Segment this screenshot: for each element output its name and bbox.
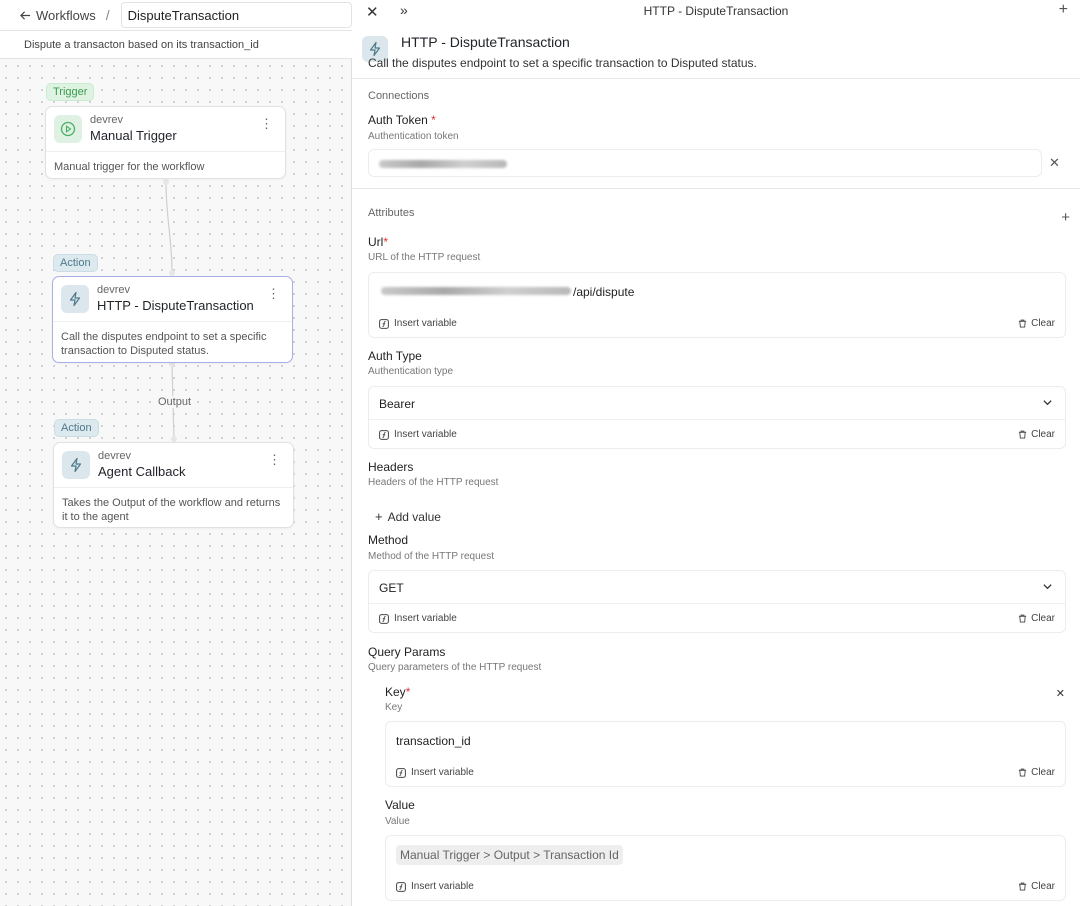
- lightning-icon: [61, 285, 89, 313]
- breadcrumb-separator: /: [105, 7, 110, 23]
- play-circle-icon: [54, 115, 82, 143]
- auth-token-sub: Authentication token: [368, 131, 459, 142]
- variable-icon: [396, 767, 406, 778]
- auth-type-sub: Authentication type: [368, 366, 454, 377]
- url-value-suffix: /api/dispute: [573, 285, 635, 299]
- variable-pill[interactable]: Manual Trigger > Output > Transaction Id: [396, 845, 623, 865]
- node-agent-callback[interactable]: devrev Agent Callback ⋮ Takes the Output…: [53, 442, 294, 528]
- insert-variable-button[interactable]: Insert variable: [379, 613, 457, 624]
- node-title: Agent Callback: [98, 464, 186, 479]
- divider: [369, 419, 1065, 420]
- plus-icon[interactable]: +: [1059, 1, 1068, 19]
- key-label: Key*: [385, 685, 411, 699]
- redacted-url-host: [381, 287, 571, 295]
- arrow-left-icon: [20, 10, 31, 20]
- workflow-topbar: Workflows / DisputeTransaction: [0, 0, 352, 31]
- method-label: Method: [368, 533, 409, 547]
- panel-title: HTTP - DisputeTransaction: [401, 34, 570, 50]
- more-vertical-icon[interactable]: ⋮: [267, 287, 280, 300]
- value-sub: Value: [385, 816, 410, 827]
- headers-sub: Headers of the HTTP request: [368, 477, 499, 488]
- divider: [369, 603, 1065, 604]
- node-title: HTTP - DisputeTransaction: [97, 298, 254, 313]
- node-badge-action: Action: [53, 254, 98, 272]
- more-vertical-icon[interactable]: ⋮: [260, 117, 273, 130]
- auth-token-label: Auth Token *: [368, 113, 436, 127]
- workflow-canvas[interactable]: Workflows / DisputeTransaction Dispute a…: [0, 0, 352, 906]
- redacted-token: [379, 160, 507, 168]
- trash-icon: [1018, 319, 1027, 328]
- node-description: Manual trigger for the workflow: [54, 161, 205, 173]
- key-value: transaction_id: [396, 734, 471, 748]
- panel-header: HTTP - DisputeTransaction Call the dispu…: [352, 22, 1080, 79]
- clear-button[interactable]: Clear: [1018, 767, 1055, 778]
- auth-type-value: Bearer: [379, 397, 416, 411]
- divider: [352, 188, 1080, 189]
- add-header-button[interactable]: + Add value: [375, 509, 441, 524]
- url-label: Url*: [368, 235, 388, 249]
- node-manual-trigger[interactable]: devrev Manual Trigger ⋮ Manual trigger f…: [45, 106, 286, 179]
- url-field[interactable]: /api/dispute Insert variable Clear: [368, 272, 1066, 338]
- workflow-description: Dispute a transacton based on its transa…: [0, 31, 352, 59]
- edge-trigger-to-http: [163, 179, 175, 276]
- panel-top-title: HTTP - DisputeTransaction: [643, 4, 789, 18]
- plus-icon: +: [375, 509, 383, 524]
- node-title: Manual Trigger: [90, 128, 177, 143]
- headers-label: Headers: [368, 460, 414, 474]
- node-config-panel: ✕ » HTTP - DisputeTransaction + HTTP - D…: [352, 0, 1080, 906]
- value-field[interactable]: Manual Trigger > Output > Transaction Id…: [385, 835, 1066, 901]
- section-connections: Connections: [368, 90, 430, 102]
- lightning-icon: [62, 451, 90, 479]
- node-description: Takes the Output of the workflow and ret…: [62, 497, 281, 523]
- variable-icon: [379, 318, 389, 329]
- trash-icon: [1018, 768, 1027, 777]
- variable-icon: [396, 881, 406, 892]
- chevron-down-icon[interactable]: [1042, 397, 1053, 408]
- node-badge-trigger: Trigger: [46, 83, 95, 101]
- auth-token-select[interactable]: [368, 149, 1042, 177]
- back-link-label: Workflows: [36, 7, 96, 23]
- more-vertical-icon[interactable]: ⋮: [268, 453, 281, 466]
- node-vendor: devrev: [98, 450, 132, 462]
- panel-topbar: ✕ » HTTP - DisputeTransaction +: [352, 0, 1080, 22]
- node-badge-action: Action: [54, 419, 99, 437]
- auth-type-select[interactable]: Bearer Insert variable Clear: [368, 386, 1066, 449]
- trash-icon: [1018, 430, 1027, 439]
- insert-variable-button[interactable]: Insert variable: [396, 881, 474, 892]
- auth-type-label: Auth Type: [368, 349, 422, 363]
- clear-button[interactable]: Clear: [1018, 318, 1055, 329]
- query-params-sub: Query parameters of the HTTP request: [368, 662, 542, 673]
- clear-button[interactable]: Clear: [1018, 613, 1055, 624]
- method-sub: Method of the HTTP request: [368, 551, 494, 562]
- variable-icon: [379, 613, 389, 624]
- panel-description: Call the disputes endpoint to set a spec…: [368, 56, 757, 70]
- back-to-workflows-link[interactable]: Workflows: [20, 8, 96, 23]
- query-params-label: Query Params: [368, 645, 446, 659]
- insert-variable-button[interactable]: Insert variable: [379, 318, 457, 329]
- node-vendor: devrev: [97, 284, 131, 296]
- trash-icon: [1018, 882, 1027, 891]
- clear-button[interactable]: Clear: [1018, 881, 1055, 892]
- key-field[interactable]: transaction_id Insert variable Clear: [385, 721, 1066, 787]
- add-attribute-icon[interactable]: +: [1061, 209, 1070, 226]
- chevron-down-icon[interactable]: [1042, 581, 1053, 592]
- value-label: Value: [385, 798, 415, 812]
- remove-connection-icon[interactable]: ✕: [1049, 155, 1060, 171]
- node-description: Call the disputes endpoint to set a spec…: [61, 331, 267, 357]
- workflow-name-input[interactable]: DisputeTransaction: [120, 2, 352, 28]
- method-value: GET: [379, 581, 404, 595]
- insert-variable-button[interactable]: Insert variable: [396, 767, 474, 778]
- edge-label-output: Output: [156, 396, 194, 408]
- trash-icon: [1018, 614, 1027, 623]
- section-attributes: Attributes: [368, 207, 415, 219]
- remove-param-icon[interactable]: ✕: [1056, 687, 1065, 700]
- node-vendor: devrev: [90, 114, 124, 126]
- clear-button[interactable]: Clear: [1018, 429, 1055, 440]
- key-sub: Key: [385, 702, 403, 713]
- url-sub: URL of the HTTP request: [368, 252, 481, 263]
- insert-variable-button[interactable]: Insert variable: [379, 429, 457, 440]
- method-select[interactable]: GET Insert variable Clear: [368, 570, 1066, 633]
- variable-icon: [379, 429, 389, 440]
- node-http-dispute-transaction[interactable]: devrev HTTP - DisputeTransaction ⋮ Call …: [52, 276, 293, 363]
